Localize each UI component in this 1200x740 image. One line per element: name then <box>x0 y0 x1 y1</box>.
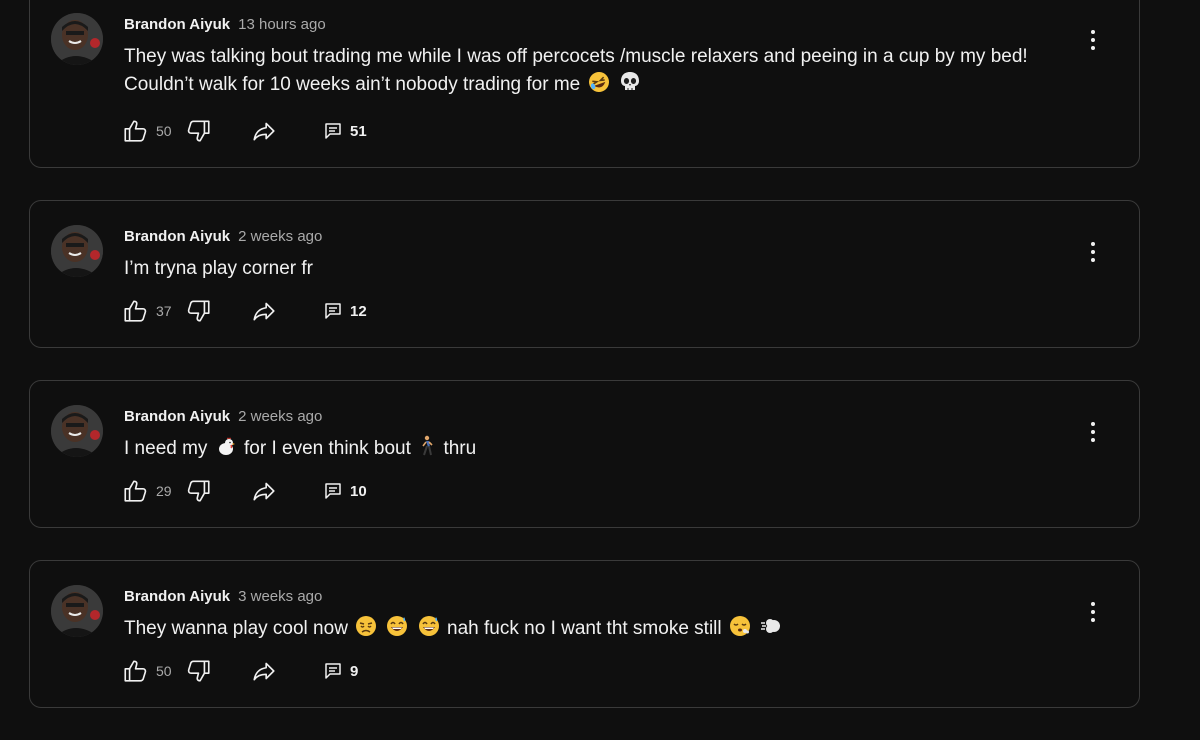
dislike-button[interactable] <box>186 298 212 324</box>
avatar[interactable] <box>51 585 103 637</box>
share-icon <box>253 482 275 501</box>
comment-text-part: I’m tryna play corner fr <box>124 258 313 279</box>
like-button[interactable]: 29 <box>122 478 180 504</box>
reply-count: 9 <box>350 662 359 680</box>
comment-time[interactable]: 13 hours ago <box>238 16 326 33</box>
replies-button[interactable]: 12 <box>324 302 367 320</box>
thumbs-down-icon <box>187 480 210 502</box>
comment-text-part: nah fuck no I want tht smoke still <box>447 618 722 639</box>
comment-text: They wanna play cool now nah fuck no I w… <box>124 615 1064 646</box>
share-button[interactable] <box>250 478 278 504</box>
dislike-button[interactable] <box>186 118 212 144</box>
thumbs-up-icon <box>124 660 147 682</box>
avatar[interactable] <box>51 225 103 277</box>
comment-card: Brandon Aiyuk 2 weeks ago I’m tryna play … <box>29 200 1140 348</box>
person-walking-emoji <box>418 435 436 466</box>
thumbs-up-icon <box>124 480 147 502</box>
share-icon <box>253 302 275 321</box>
more-vertical-icon[interactable] <box>1083 599 1103 625</box>
like-button[interactable]: 50 <box>122 118 180 144</box>
replies-button[interactable]: 10 <box>324 482 367 500</box>
chicken-emoji <box>215 435 237 466</box>
author-name[interactable]: Brandon Aiyuk <box>124 16 230 33</box>
replies-button[interactable]: 51 <box>324 122 367 140</box>
comment-text: I’m tryna play corner fr <box>124 255 1064 283</box>
dislike-button[interactable] <box>186 478 212 504</box>
reply-icon <box>325 483 341 499</box>
comment-text-part: for I even think bout <box>244 438 411 459</box>
comment-header: Brandon Aiyuk 2 weeks ago <box>124 227 322 247</box>
comment-text-part: They wanna play cool now <box>124 618 348 639</box>
comment-text: I need my for I even think bout thru <box>124 435 1064 466</box>
face-exhaling-emoji <box>729 615 751 646</box>
comment-card: Brandon Aiyuk 3 weeks ago They wanna play… <box>29 560 1140 708</box>
like-count: 29 <box>156 483 172 499</box>
author-name[interactable]: Brandon Aiyuk <box>124 228 230 245</box>
like-count: 37 <box>156 303 172 319</box>
comment-text-part: thru <box>443 438 477 459</box>
grinning-sweat-emoji <box>418 615 440 646</box>
author-name[interactable]: Brandon Aiyuk <box>124 408 230 425</box>
comment-actions: 37 12 <box>122 297 367 325</box>
comment-header: Brandon Aiyuk 3 weeks ago <box>124 587 322 607</box>
share-button[interactable] <box>250 298 278 324</box>
comment-card: Brandon Aiyuk 2 weeks ago I need my for I… <box>29 380 1140 528</box>
comment-text: They was talking bout trading me while I… <box>124 43 1064 102</box>
like-button[interactable]: 50 <box>122 658 180 684</box>
thumbs-up-icon <box>124 300 147 322</box>
avatar[interactable] <box>51 13 103 65</box>
reply-icon <box>325 663 341 679</box>
thumbs-down-icon <box>187 120 210 142</box>
thumbs-down-icon <box>187 300 210 322</box>
more-vertical-icon[interactable] <box>1083 239 1103 265</box>
avatar[interactable] <box>51 405 103 457</box>
share-button[interactable] <box>250 658 278 684</box>
reply-count: 12 <box>350 302 367 320</box>
thumbs-down-icon <box>187 660 210 682</box>
comment-actions: 50 51 <box>122 117 367 145</box>
comment-header: Brandon Aiyuk 2 weeks ago <box>124 407 322 427</box>
like-count: 50 <box>156 123 172 139</box>
grinning-sweat-emoji <box>386 615 408 646</box>
more-vertical-icon[interactable] <box>1083 419 1103 445</box>
comment-text-part: I need my <box>124 438 208 459</box>
reply-count: 51 <box>350 122 367 140</box>
like-button[interactable]: 37 <box>122 298 180 324</box>
more-vertical-icon[interactable] <box>1083 27 1103 53</box>
thumbs-up-icon <box>124 120 147 142</box>
comment-actions: 50 9 <box>122 657 358 685</box>
share-icon <box>253 662 275 681</box>
comment-time[interactable]: 2 weeks ago <box>238 228 322 245</box>
comment-time[interactable]: 3 weeks ago <box>238 588 322 605</box>
comment-card: Brandon Aiyuk 13 hours ago They was talki… <box>29 0 1140 168</box>
share-icon <box>253 122 275 141</box>
comment-feed: Brandon Aiyuk 13 hours ago They was talki… <box>29 0 1140 740</box>
comment-actions: 29 10 <box>122 477 367 505</box>
dashing-away-emoji <box>760 615 782 646</box>
author-name[interactable]: Brandon Aiyuk <box>124 588 230 605</box>
comment-header: Brandon Aiyuk 13 hours ago <box>124 15 326 35</box>
like-count: 50 <box>156 663 172 679</box>
disappointed-face-emoji <box>355 615 377 646</box>
rolling-on-floor-laughing-emoji <box>588 71 610 102</box>
reply-count: 10 <box>350 482 367 500</box>
comment-time[interactable]: 2 weeks ago <box>238 408 322 425</box>
skull-emoji <box>619 71 641 102</box>
reply-icon <box>325 303 341 319</box>
share-button[interactable] <box>250 118 278 144</box>
dislike-button[interactable] <box>186 658 212 684</box>
comment-text-part: They was talking bout trading me while I… <box>124 46 1028 95</box>
reply-icon <box>325 123 341 139</box>
replies-button[interactable]: 9 <box>324 662 358 680</box>
